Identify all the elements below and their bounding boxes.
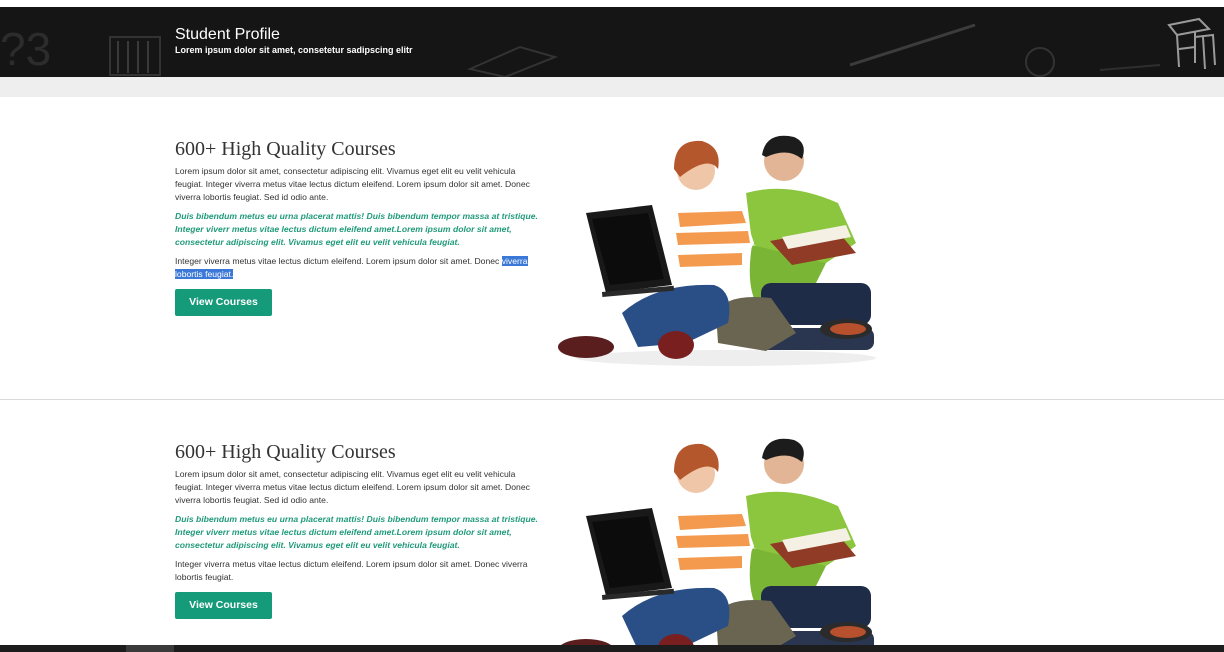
section-content: 600+ High Quality Courses Lorem ipsum do…	[175, 137, 540, 316]
course-section-1: 600+ High Quality Courses Lorem ipsum do…	[0, 97, 1224, 399]
students-photo	[558, 135, 876, 366]
section-highlight: Duis bibendum metus eu urna placerat mat…	[175, 514, 538, 550]
section-paragraph: Lorem ipsum dolor sit amet, consectetur …	[175, 469, 530, 505]
school-desk-icon	[1167, 17, 1216, 70]
course-section-2: 600+ High Quality Courses Lorem ipsum do…	[0, 400, 1224, 645]
section-content: 600+ High Quality Courses Lorem ipsum do…	[175, 440, 540, 619]
view-courses-button[interactable]: View Courses	[175, 592, 272, 619]
paragraph-text: Integer viverra metus vitae lectus dictu…	[175, 256, 500, 266]
top-strip	[0, 0, 1224, 7]
page-title: Student Profile	[175, 26, 280, 43]
students-photo	[561, 438, 874, 645]
page-subtitle: Lorem ipsum dolor sit amet, consetetur s…	[175, 45, 413, 55]
section-title: 600+ High Quality Courses	[175, 138, 396, 160]
taskbar-active-item[interactable]	[126, 645, 174, 652]
page-header: ?3 Student Profile Lorem ipsum dolor sit…	[0, 7, 1224, 77]
view-courses-button[interactable]: View Courses	[175, 289, 272, 316]
section-paragraph: Lorem ipsum dolor sit amet, consectetur …	[175, 166, 530, 202]
section-title: 600+ High Quality Courses	[175, 441, 396, 463]
section-highlight: Duis bibendum metus eu urna placerat mat…	[175, 211, 538, 247]
section-paragraph-2: Integer viverra metus vitae lectus dictu…	[175, 255, 540, 281]
os-taskbar	[0, 645, 1224, 652]
spacer-bar	[0, 77, 1224, 97]
section-paragraph-2: Integer viverra metus vitae lectus dictu…	[175, 559, 528, 582]
svg-text:?3: ?3	[0, 23, 51, 75]
